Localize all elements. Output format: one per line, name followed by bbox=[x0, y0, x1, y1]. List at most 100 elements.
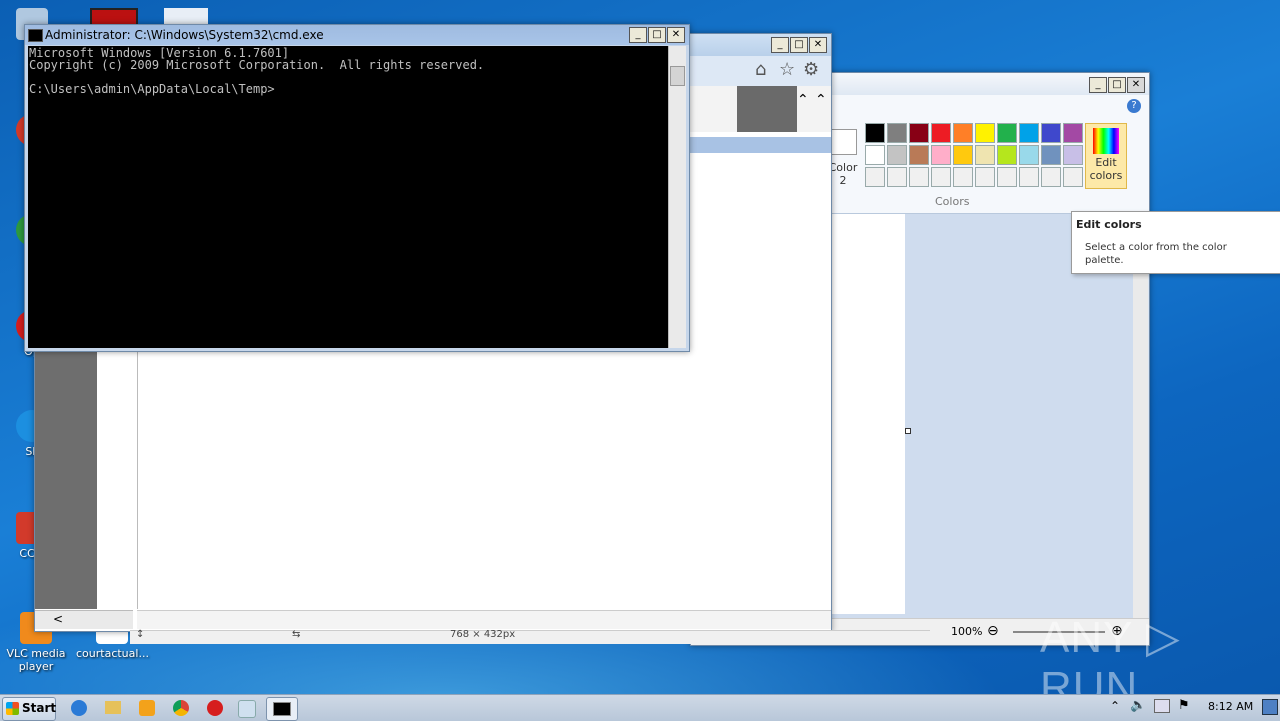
zoom-out-icon[interactable]: ⊖ bbox=[987, 623, 999, 639]
browser-maximize-button[interactable]: □ bbox=[790, 37, 808, 53]
palette-swatch[interactable] bbox=[1019, 145, 1039, 165]
scrollbar-thumb[interactable] bbox=[670, 66, 685, 86]
palette-swatch[interactable] bbox=[1063, 167, 1083, 187]
palette-swatch[interactable] bbox=[909, 123, 929, 143]
palette-swatch[interactable] bbox=[865, 123, 885, 143]
network-icon[interactable] bbox=[1154, 699, 1170, 713]
palette-swatch[interactable] bbox=[997, 167, 1017, 187]
cmd-icon bbox=[273, 702, 291, 716]
palette-swatch[interactable] bbox=[909, 167, 929, 187]
star-icon[interactable]: ☆ bbox=[779, 59, 795, 80]
paint-maximize-button[interactable]: □ bbox=[1108, 77, 1126, 93]
palette-swatch[interactable] bbox=[975, 123, 995, 143]
status-segments: ↕ ⇆ 768 × 432px bbox=[130, 629, 930, 644]
cmd-title-bar[interactable]: Administrator: C:\Windows\System32\cmd.e… bbox=[25, 25, 689, 45]
cmd-vertical-scrollbar[interactable] bbox=[668, 46, 686, 348]
palette-swatch[interactable] bbox=[909, 145, 929, 165]
palette-swatch[interactable] bbox=[997, 123, 1017, 143]
palette-swatch[interactable] bbox=[931, 145, 951, 165]
paint-icon bbox=[238, 700, 256, 718]
palette-swatch[interactable] bbox=[887, 123, 907, 143]
browser-horizontal-scrollbar[interactable]: < bbox=[35, 610, 133, 629]
paint-close-button[interactable]: ✕ bbox=[1127, 77, 1145, 93]
taskbar-ie-button[interactable] bbox=[64, 697, 94, 719]
browser-close-button[interactable]: ✕ bbox=[809, 37, 827, 53]
tooltip-title: Edit colors bbox=[1076, 218, 1142, 231]
status-selection: ⇆ bbox=[292, 629, 301, 640]
cmd-maximize-button[interactable]: □ bbox=[648, 27, 666, 43]
color2-swatch[interactable] bbox=[831, 129, 857, 155]
palette-swatch[interactable] bbox=[1063, 145, 1083, 165]
taskbar-media-button[interactable] bbox=[132, 697, 162, 719]
palette-swatch[interactable] bbox=[1041, 145, 1061, 165]
color-palette bbox=[865, 123, 1083, 187]
folder-icon bbox=[105, 701, 121, 714]
rainbow-icon bbox=[1093, 128, 1119, 154]
palette-swatch[interactable] bbox=[953, 167, 973, 187]
palette-swatch[interactable] bbox=[1019, 123, 1039, 143]
windows-logo-icon bbox=[6, 702, 19, 715]
taskbar-cmd-button[interactable] bbox=[266, 697, 298, 721]
paint-vertical-scrollbar[interactable] bbox=[1133, 214, 1148, 618]
cmd-minimize-button[interactable]: _ bbox=[629, 27, 647, 43]
palette-swatch[interactable] bbox=[975, 167, 995, 187]
desktop-icon-label: courtactual... bbox=[76, 647, 149, 660]
console-line: Copyright (c) 2009 Microsoft Corporation… bbox=[29, 58, 485, 72]
taskbar-chrome-button[interactable] bbox=[166, 697, 196, 719]
cmd-console[interactable]: Microsoft Windows [Version 6.1.7601] Copy… bbox=[28, 46, 669, 348]
cmd-window: Administrator: C:\Windows\System32\cmd.e… bbox=[24, 24, 690, 352]
palette-swatch[interactable] bbox=[953, 123, 973, 143]
start-button[interactable]: Start bbox=[2, 697, 56, 721]
gear-icon[interactable]: ⚙ bbox=[803, 59, 819, 80]
taskbar: Start ⌃ 🔈 ⚑ 8:12 AM bbox=[0, 694, 1280, 721]
palette-swatch[interactable] bbox=[953, 145, 973, 165]
status-cursor-pos: ↕ bbox=[136, 629, 145, 640]
palette-swatch[interactable] bbox=[975, 145, 995, 165]
browser-dark-panel bbox=[737, 86, 797, 132]
show-desktop-button[interactable] bbox=[1262, 699, 1278, 715]
opera-icon bbox=[207, 700, 223, 716]
help-icon[interactable]: ? bbox=[1127, 99, 1141, 113]
scroll-up-icon[interactable]: ⌃ bbox=[797, 92, 809, 108]
edit-colors-tooltip: Edit colors Select a color from the colo… bbox=[1071, 211, 1280, 274]
tooltip-text: Select a color from the color palette. bbox=[1085, 242, 1227, 266]
browser-minimize-button[interactable]: _ bbox=[771, 37, 789, 53]
palette-swatch[interactable] bbox=[1041, 167, 1061, 187]
desktop-icon-label: VLC media player bbox=[6, 647, 66, 673]
action-center-icon[interactable]: ⚑ bbox=[1178, 698, 1190, 713]
colors-group-label: Colors bbox=[935, 195, 970, 208]
canvas-resize-handle[interactable] bbox=[905, 428, 911, 434]
cmd-icon bbox=[28, 29, 43, 42]
palette-swatch[interactable] bbox=[931, 123, 951, 143]
scroll-up-icon[interactable]: ⌃ bbox=[815, 92, 827, 108]
show-hidden-icons[interactable]: ⌃ bbox=[1110, 699, 1120, 713]
browser-bottom-scrollbar[interactable] bbox=[137, 610, 831, 629]
home-icon[interactable]: ⌂ bbox=[755, 59, 766, 80]
start-label: Start bbox=[22, 701, 57, 715]
palette-swatch[interactable] bbox=[865, 145, 885, 165]
clock[interactable]: 8:12 AM bbox=[1208, 700, 1253, 713]
palette-swatch[interactable] bbox=[887, 145, 907, 165]
palette-swatch[interactable] bbox=[1063, 123, 1083, 143]
chrome-icon bbox=[173, 700, 189, 716]
paint-minimize-button[interactable]: _ bbox=[1089, 77, 1107, 93]
palette-swatch[interactable] bbox=[1019, 167, 1039, 187]
taskbar-opera-button[interactable] bbox=[200, 697, 230, 719]
console-prompt: C:\Users\admin\AppData\Local\Temp> bbox=[29, 82, 275, 96]
palette-swatch[interactable] bbox=[997, 145, 1017, 165]
media-player-icon bbox=[139, 700, 155, 716]
edit-colors-button[interactable]: Edit colors bbox=[1085, 123, 1127, 189]
status-image-size: 768 × 432px bbox=[450, 629, 516, 640]
cmd-title: Administrator: C:\Windows\System32\cmd.e… bbox=[45, 28, 324, 42]
cmd-close-button[interactable]: ✕ bbox=[667, 27, 685, 43]
palette-swatch[interactable] bbox=[931, 167, 951, 187]
taskbar-paint-button[interactable] bbox=[232, 697, 262, 719]
scroll-left-icon[interactable]: < bbox=[53, 612, 63, 626]
volume-icon[interactable]: 🔈 bbox=[1130, 698, 1146, 713]
palette-swatch[interactable] bbox=[1041, 123, 1061, 143]
internet-explorer-icon bbox=[71, 700, 87, 716]
palette-swatch[interactable] bbox=[887, 167, 907, 187]
palette-swatch[interactable] bbox=[865, 167, 885, 187]
taskbar-explorer-button[interactable] bbox=[98, 697, 128, 719]
edit-colors-label: Edit colors bbox=[1089, 156, 1123, 182]
